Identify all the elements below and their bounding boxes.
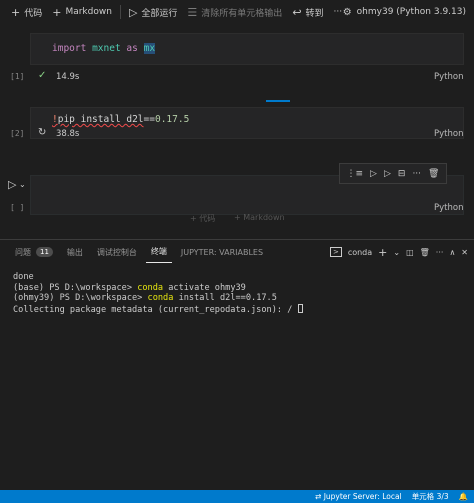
panel-divider <box>0 239 474 240</box>
keyword-import: import <box>52 43 87 54</box>
run-all-label: 全部运行 <box>141 8 178 19</box>
server-label: Jupyter Server: Local <box>323 492 402 501</box>
kill-terminal-icon[interactable]: 🗑 <box>420 248 430 257</box>
terminal-line: done <box>13 272 34 282</box>
version-number: 0.17.5 <box>154 114 190 125</box>
add-code-cell-button[interactable]: + 代码 <box>6 0 47 24</box>
keyword-as: as <box>126 43 138 54</box>
cell-1-execution-count: [1] <box>10 72 25 81</box>
cell-position[interactable]: 单元格 3/3 <box>412 491 449 502</box>
run-by-line-icon[interactable]: ⋮≡ <box>347 169 364 179</box>
goto-label: 转到 <box>305 8 324 19</box>
tab-output-label: 输出 <box>66 247 83 257</box>
cell-2-language[interactable]: Python <box>434 129 463 139</box>
chevron-down-icon[interactable]: ⌄ <box>393 248 400 257</box>
cell-3-execution-count: [ ] <box>10 203 25 212</box>
clear-all-icon: ☰ <box>187 5 198 19</box>
terminal-name[interactable]: conda <box>348 248 372 257</box>
operator: == <box>143 114 155 125</box>
tab-terminal-label: 终端 <box>150 247 167 256</box>
new-terminal-icon[interactable]: + <box>378 246 387 259</box>
insert-code-button[interactable]: + 代码 <box>190 213 215 224</box>
run-all-icon: ▷ <box>128 5 138 19</box>
add-code-label: 代码 <box>24 8 43 19</box>
cell-2-execution-count: [2] <box>10 129 25 138</box>
add-markdown-cell-button[interactable]: + Markdown <box>47 0 117 24</box>
code-line: !pip install d2l==0.17.5 <box>52 114 189 125</box>
cell-toolbar: ⋮≡ ▷ ▷ ⊟ ··· 🗑 <box>339 163 447 184</box>
command: conda <box>147 293 174 304</box>
code-line: import mxnet as mx <box>52 43 156 54</box>
status-bar: ⇄ Jupyter Server: Local 单元格 3/3 🔔 <box>0 490 474 503</box>
cell-1-language[interactable]: Python <box>434 72 463 82</box>
server-icon: ⇄ <box>315 492 324 501</box>
notification-bell-icon[interactable]: 🔔 <box>459 492 468 501</box>
clear-outputs-label: 清除所有单元格输出 <box>201 8 283 19</box>
progress-text: Collecting package metadata (current_rep… <box>13 304 298 315</box>
tab-output[interactable]: 输出 <box>62 241 88 263</box>
prompt: (base) PS D:\workspace> <box>13 282 138 293</box>
terminal-output[interactable]: done (base) PS D:\workspace> conda activ… <box>13 272 468 315</box>
tab-variables-label: JUPYTER: VARIABLES <box>180 247 264 257</box>
tab-terminal[interactable]: 终端 <box>145 241 172 263</box>
module-name: mxnet <box>92 43 121 54</box>
alias-name: mx <box>143 43 156 54</box>
cell-3-language[interactable]: Python <box>434 203 463 213</box>
code-cell-2-editor[interactable]: !pip install d2l==0.17.5 <box>30 107 464 139</box>
plus-icon: + <box>11 5 21 19</box>
more-icon: ··· <box>333 7 343 17</box>
kernel-label: ohmy39 (Python 3.9.13) <box>356 7 466 17</box>
jupyter-server-status[interactable]: ⇄ Jupyter Server: Local <box>315 492 402 501</box>
chevron-down-icon[interactable]: ⌄ <box>19 180 26 189</box>
tab-problems-label: 问题 <box>15 247 31 257</box>
run-cell-icon[interactable]: ▷ <box>8 178 16 191</box>
delete-icon[interactable]: 🗑 <box>428 169 439 179</box>
split-terminal-icon[interactable]: ◫ <box>406 248 414 257</box>
kernel-picker[interactable]: ⚙ ohmy39 (Python 3.9.13) <box>343 0 466 24</box>
split-cell-icon[interactable]: ⊟ <box>398 169 406 179</box>
terminal-icon: > <box>329 247 342 257</box>
kernel-icon: ⚙ <box>342 6 352 18</box>
goto-icon: ↩ <box>292 5 302 19</box>
command-args: activate ohmy39 <box>163 282 246 293</box>
terminal-line: Collecting package metadata (current_rep… <box>13 303 468 316</box>
command: conda <box>137 282 164 293</box>
plus-icon: + <box>52 5 62 19</box>
run-above-icon[interactable]: ▷ <box>370 169 377 179</box>
command-args: install d2l==0.17.5 <box>173 293 277 304</box>
add-markdown-label: Markdown <box>65 7 112 17</box>
problems-badge: 11 <box>36 247 53 257</box>
clear-outputs-button[interactable]: ☰ 清除所有单元格输出 <box>182 0 287 24</box>
cell-2-exec-time: 38.8s <box>56 129 80 139</box>
cell-insert-indicator <box>266 100 290 102</box>
cell-1-exec-time: 14.9s <box>56 72 80 82</box>
terminal-line: (ohmy39) PS D:\workspace> conda install … <box>13 293 468 304</box>
run-below-icon[interactable]: ▷ <box>384 169 391 179</box>
more-icon[interactable]: ··· <box>436 248 444 257</box>
close-panel-icon[interactable]: ✕ <box>461 248 468 257</box>
run-all-button[interactable]: ▷ 全部运行 <box>124 0 182 24</box>
code-cell-1-editor[interactable]: import mxnet as mx <box>30 33 464 65</box>
tab-jupyter-variables[interactable]: JUPYTER: VARIABLES <box>176 241 268 263</box>
more-icon[interactable]: ··· <box>412 169 421 179</box>
insert-markdown-button[interactable]: + Markdown <box>234 213 285 222</box>
prompt: (ohmy39) PS D:\workspace> <box>13 293 148 304</box>
goto-button[interactable]: ↩ 转到 <box>287 0 328 24</box>
maximize-panel-icon[interactable]: ∧ <box>449 248 455 257</box>
tab-debug-console[interactable]: 调试控制台 <box>92 241 142 263</box>
panel-actions: > conda + ⌄ ◫ 🗑 ··· ∧ ✕ <box>329 241 468 263</box>
tab-debug-label: 调试控制台 <box>96 247 137 257</box>
terminal-cursor <box>297 303 303 313</box>
pip-command: pip install d2l <box>57 114 144 125</box>
terminal-line: (base) PS D:\workspace> conda activate o… <box>13 283 468 294</box>
running-spinner-icon: ↻ <box>38 127 47 138</box>
check-icon: ✓ <box>38 70 47 81</box>
toolbar-divider <box>119 5 121 19</box>
tab-problems[interactable]: 问题 11 <box>10 241 58 263</box>
